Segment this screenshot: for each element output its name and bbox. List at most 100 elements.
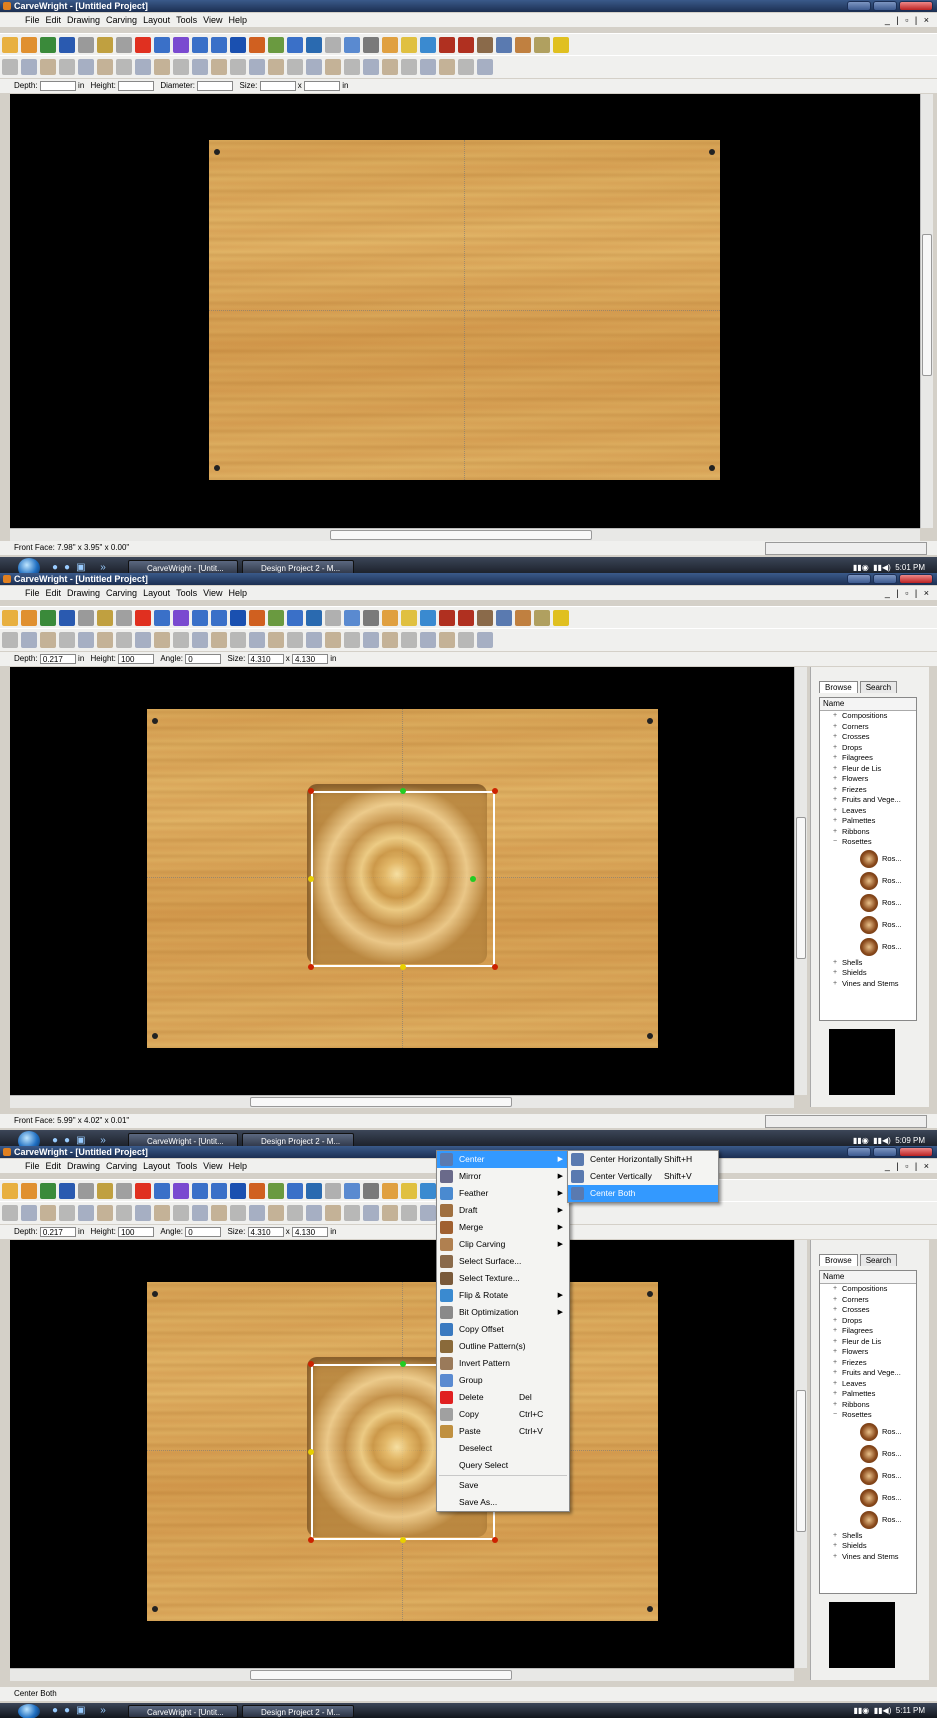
pattern-tool-icon[interactable] xyxy=(344,632,360,648)
horizontal-scrollbar[interactable] xyxy=(10,1668,794,1681)
menu-edit[interactable]: Edit xyxy=(43,1159,65,1173)
tree-item[interactable]: Shields xyxy=(820,968,916,979)
task-carvewright[interactable]: CarveWright - [Untit... xyxy=(128,560,238,573)
toolbar-tool-icon[interactable] xyxy=(192,37,208,53)
rosette-pattern-item[interactable]: Ros... xyxy=(820,914,916,936)
pattern-tool-icon[interactable] xyxy=(97,632,113,648)
pattern-tool-icon[interactable] xyxy=(287,59,303,75)
toolbar-tool-icon[interactable] xyxy=(306,37,322,53)
pattern-tool-icon[interactable] xyxy=(325,1205,341,1221)
toolbar-tool-icon[interactable] xyxy=(306,1183,322,1199)
menu-item-mirror[interactable]: Mirror ▶ xyxy=(437,1168,569,1185)
menu-file[interactable]: File xyxy=(22,1159,43,1173)
menu-item-copy-offset[interactable]: Copy Offset xyxy=(437,1321,569,1338)
size-width-field[interactable]: 4.310 xyxy=(247,653,284,664)
toolbar-tool-icon[interactable] xyxy=(287,37,303,53)
mdi-controls[interactable]: _ | ▫ | × xyxy=(885,588,931,598)
maximize-button[interactable] xyxy=(873,574,897,584)
resize-handle[interactable] xyxy=(492,1537,498,1543)
menu-item-save-as[interactable]: Save As... xyxy=(437,1494,569,1511)
pattern-tool-icon[interactable] xyxy=(2,1205,18,1221)
toolbar-tool-icon[interactable] xyxy=(496,610,512,626)
toolbar-tool-icon[interactable] xyxy=(97,37,113,53)
selection-box[interactable] xyxy=(311,791,495,967)
close-button[interactable] xyxy=(899,1,933,11)
mdi-controls[interactable]: _ | ▫ | × xyxy=(885,1161,931,1171)
menu-item-copy[interactable]: Copy Ctrl+C xyxy=(437,1406,569,1423)
pattern-tool-icon[interactable] xyxy=(78,59,94,75)
resize-handle[interactable] xyxy=(492,964,498,970)
toolbar-tool-icon[interactable] xyxy=(135,37,151,53)
pattern-tool-icon[interactable] xyxy=(173,1205,189,1221)
menu-carving[interactable]: Carving xyxy=(103,586,140,600)
toolbar-tool-icon[interactable] xyxy=(363,37,379,53)
toolbar-tool-icon[interactable] xyxy=(401,37,417,53)
toolbar-tool-icon[interactable] xyxy=(78,610,94,626)
pattern-tool-icon[interactable] xyxy=(78,632,94,648)
tree-item[interactable]: Fleur de Lis xyxy=(820,764,916,775)
menu-item-paste[interactable]: Paste Ctrl+V xyxy=(437,1423,569,1440)
tree-item[interactable]: Corners xyxy=(820,1295,916,1306)
depth-field[interactable]: 0.217 xyxy=(39,1226,76,1237)
depth-field[interactable]: 0.217 xyxy=(39,653,76,664)
pattern-tool-icon[interactable] xyxy=(230,1205,246,1221)
toolbar-tool-icon[interactable] xyxy=(477,37,493,53)
tree-item[interactable]: Flowers xyxy=(820,1347,916,1358)
pattern-tool-icon[interactable] xyxy=(382,59,398,75)
task-design-project[interactable]: Design Project 2 - M... xyxy=(242,560,354,573)
menu-item-outline-pattern-s[interactable]: Outline Pattern(s) xyxy=(437,1338,569,1355)
tree-item-rosettes[interactable]: Rosettes xyxy=(820,1410,916,1421)
pattern-tool-icon[interactable] xyxy=(59,1205,75,1221)
rosette-pattern-item[interactable]: Ros... xyxy=(820,1443,916,1465)
toolbar-tool-icon[interactable] xyxy=(40,1183,56,1199)
toolbar-tool-icon[interactable] xyxy=(78,37,94,53)
tree-item[interactable]: Ribbons xyxy=(820,827,916,838)
pattern-tool-icon[interactable] xyxy=(2,632,18,648)
angle-field[interactable]: 0 xyxy=(185,653,222,664)
menu-file[interactable]: File xyxy=(22,586,43,600)
toolbar-tool-icon[interactable] xyxy=(268,37,284,53)
depth-field[interactable] xyxy=(39,80,76,91)
resize-handle[interactable] xyxy=(308,1361,314,1367)
pattern-tool-icon[interactable] xyxy=(249,1205,265,1221)
pattern-tool-icon[interactable] xyxy=(211,59,227,75)
menu-item-draft[interactable]: Draft ▶ xyxy=(437,1202,569,1219)
horizontal-scrollbar[interactable] xyxy=(10,1095,794,1108)
tree-item[interactable]: Drops xyxy=(820,743,916,754)
pattern-tool-icon[interactable] xyxy=(458,632,474,648)
tree-item[interactable]: Shields xyxy=(820,1541,916,1552)
height-field[interactable]: 100 xyxy=(118,1226,155,1237)
size-height-field[interactable] xyxy=(304,80,340,91)
pattern-tool-icon[interactable] xyxy=(135,1205,151,1221)
rosette-pattern-item[interactable]: Ros... xyxy=(820,1421,916,1443)
scroll-thumb[interactable] xyxy=(250,1097,512,1107)
task-design-project[interactable]: Design Project 2 - M... xyxy=(242,1133,354,1146)
design-viewport[interactable] xyxy=(10,667,794,1095)
pattern-tool-icon[interactable] xyxy=(192,59,208,75)
tab-search[interactable]: Search xyxy=(859,1254,898,1266)
menu-layout[interactable]: Layout xyxy=(140,1159,173,1173)
tree-item[interactable]: Palmettes xyxy=(820,1389,916,1400)
toolbar-tool-icon[interactable] xyxy=(2,37,18,53)
pattern-tool-icon[interactable] xyxy=(116,1205,132,1221)
wood-board[interactable] xyxy=(147,709,658,1048)
toolbar-tool-icon[interactable] xyxy=(154,37,170,53)
toolbar-tool-icon[interactable] xyxy=(230,37,246,53)
start-button[interactable] xyxy=(18,558,40,573)
pattern-tool-icon[interactable] xyxy=(154,632,170,648)
pattern-tool-icon[interactable] xyxy=(401,632,417,648)
toolbar-tool-icon[interactable] xyxy=(230,1183,246,1199)
toolbar-tool-icon[interactable] xyxy=(230,610,246,626)
pattern-tool-icon[interactable] xyxy=(382,632,398,648)
menu-item-select-surface[interactable]: Select Surface... xyxy=(437,1253,569,1270)
pattern-tool-icon[interactable] xyxy=(477,59,493,75)
tree-item[interactable]: Ribbons xyxy=(820,1400,916,1411)
pattern-tool-icon[interactable] xyxy=(287,632,303,648)
pattern-tool-icon[interactable] xyxy=(40,632,56,648)
angle-field[interactable]: 0 xyxy=(185,1226,222,1237)
toolbar-tool-icon[interactable] xyxy=(21,610,37,626)
toolbar-tool-icon[interactable] xyxy=(78,1183,94,1199)
height-field[interactable]: 100 xyxy=(118,653,155,664)
toolbar-tool-icon[interactable] xyxy=(249,610,265,626)
menu-item-center[interactable]: Center ▶ xyxy=(437,1151,569,1168)
